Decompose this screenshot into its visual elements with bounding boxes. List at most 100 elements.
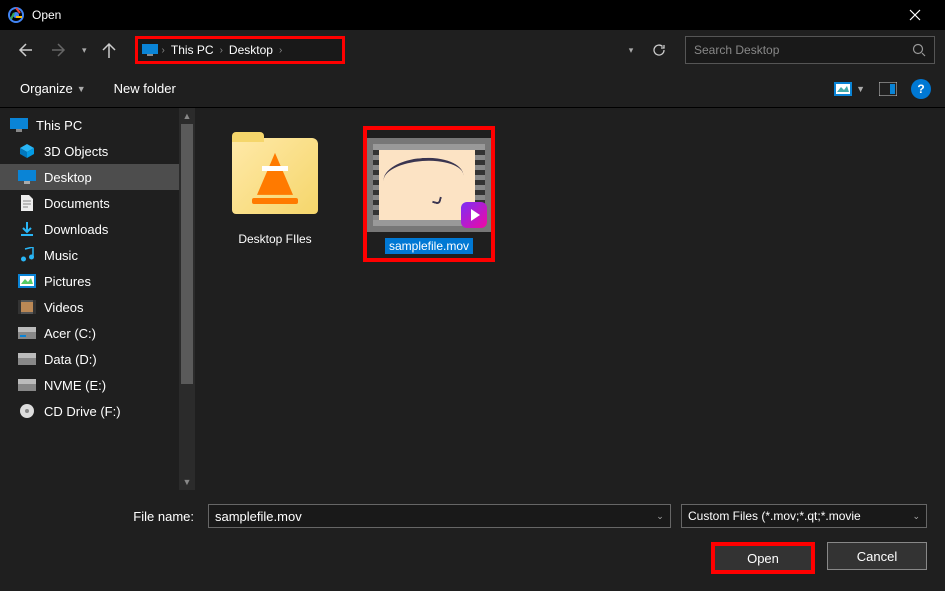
- drive-icon: [18, 351, 36, 367]
- sidebar-item-data-d[interactable]: Data (D:): [0, 346, 179, 372]
- cancel-label: Cancel: [857, 549, 897, 564]
- chevron-right-icon: ›: [220, 45, 223, 56]
- app-icon: [8, 7, 24, 23]
- filename-combobox[interactable]: ⌄: [208, 504, 671, 528]
- bottom-panel: File name: ⌄ Custom Files (*.mov;*.qt;*.…: [0, 490, 945, 591]
- picture-icon: [18, 273, 36, 289]
- chevron-down-icon: ▼: [856, 84, 865, 94]
- sidebar-item-this-pc[interactable]: This PC: [0, 112, 179, 138]
- sidebar-item-pictures[interactable]: Pictures: [0, 268, 179, 294]
- forward-button[interactable]: [46, 36, 74, 64]
- recent-dropdown[interactable]: ▾: [82, 45, 87, 56]
- search-input[interactable]: [694, 43, 912, 57]
- filename-label: File name:: [118, 509, 198, 524]
- breadcrumb-desktop[interactable]: Desktop: [227, 43, 275, 57]
- view-mode-button[interactable]: ▼: [834, 82, 865, 96]
- arrow-right-icon: [52, 42, 68, 58]
- titlebar: Open: [0, 0, 945, 30]
- help-button[interactable]: ?: [911, 79, 931, 99]
- sidebar-item-videos[interactable]: Videos: [0, 294, 179, 320]
- sidebar-item-acer-c[interactable]: Acer (C:): [0, 320, 179, 346]
- download-icon: [18, 221, 36, 237]
- toolbar: Organize ▼ New folder ▼ ?: [0, 70, 945, 108]
- refresh-icon: [652, 43, 666, 57]
- play-badge-icon: [461, 202, 487, 228]
- chevron-down-icon: ⌄: [912, 511, 920, 522]
- chevron-down-icon: ▼: [77, 84, 86, 94]
- close-button[interactable]: [892, 0, 937, 30]
- file-item-folder[interactable]: Desktop FIles: [215, 126, 335, 246]
- scroll-down-button[interactable]: ▼: [179, 474, 195, 490]
- drive-icon: [18, 325, 36, 341]
- search-icon: [912, 43, 926, 57]
- main-area: This PC 3D Objects Desktop Documents Dow…: [0, 108, 945, 490]
- filetype-selected: Custom Files (*.mov;*.qt;*.movie: [688, 509, 912, 523]
- sidebar-item-label: Data (D:): [44, 352, 97, 367]
- sidebar-item-label: Desktop: [44, 170, 92, 185]
- scroll-up-button[interactable]: ▲: [179, 108, 195, 124]
- sidebar-item-3d-objects[interactable]: 3D Objects: [0, 138, 179, 164]
- desktop-icon: [18, 169, 36, 185]
- folder-icon: [225, 126, 325, 226]
- nav-row: ▾ › This PC › Desktop › ▾: [0, 30, 945, 70]
- sidebar-item-label: Acer (C:): [44, 326, 96, 341]
- open-label: Open: [747, 551, 779, 566]
- sidebar-item-cd-drive-f[interactable]: CD Drive (F:): [0, 398, 179, 424]
- sidebar-item-label: NVME (E:): [44, 378, 106, 393]
- organize-label: Organize: [20, 81, 73, 96]
- preview-pane-button[interactable]: [879, 82, 897, 96]
- video-thumbnail: [373, 144, 485, 226]
- new-folder-button[interactable]: New folder: [108, 77, 182, 100]
- chevron-down-icon: ⌄: [656, 511, 664, 522]
- sidebar-item-documents[interactable]: Documents: [0, 190, 179, 216]
- sidebar-scrollbar[interactable]: ▲ ▼: [179, 108, 195, 490]
- scroll-thumb[interactable]: [181, 124, 193, 384]
- sidebar-item-label: 3D Objects: [44, 144, 108, 159]
- panel-icon: [879, 82, 897, 96]
- music-icon: [18, 247, 36, 263]
- arrow-left-icon: [16, 42, 32, 58]
- breadcrumb-this-pc[interactable]: This PC: [169, 43, 216, 57]
- sidebar-item-label: Downloads: [44, 222, 108, 237]
- file-item-video-selected[interactable]: samplefile.mov: [363, 126, 495, 262]
- sidebar-item-nvme-e[interactable]: NVME (E:): [0, 372, 179, 398]
- address-bar[interactable]: › This PC › Desktop ›: [135, 36, 345, 64]
- video-icon: [18, 299, 36, 315]
- picture-icon: [834, 82, 852, 96]
- disc-icon: [18, 403, 36, 419]
- monitor-icon: [142, 44, 158, 56]
- document-icon: [18, 195, 36, 211]
- search-box[interactable]: [685, 36, 935, 64]
- new-folder-label: New folder: [114, 81, 176, 96]
- sidebar: This PC 3D Objects Desktop Documents Dow…: [0, 108, 195, 490]
- sidebar-item-label: CD Drive (F:): [44, 404, 121, 419]
- chevron-right-icon: ›: [279, 45, 282, 56]
- chevron-right-icon: ›: [162, 45, 165, 56]
- filetype-combobox[interactable]: Custom Files (*.mov;*.qt;*.movie ⌄: [681, 504, 927, 528]
- back-button[interactable]: [10, 36, 38, 64]
- close-icon: [909, 9, 921, 21]
- sidebar-item-label: Documents: [44, 196, 110, 211]
- sidebar-item-label: Videos: [44, 300, 84, 315]
- sidebar-item-label: Pictures: [44, 274, 91, 289]
- sidebar-item-music[interactable]: Music: [0, 242, 179, 268]
- sidebar-item-label: Music: [44, 248, 78, 263]
- drive-icon: [18, 377, 36, 393]
- sidebar-item-desktop[interactable]: Desktop: [0, 164, 179, 190]
- cancel-button[interactable]: Cancel: [827, 542, 927, 570]
- cube-icon: [18, 143, 36, 159]
- filename-input[interactable]: [209, 509, 650, 524]
- organize-menu[interactable]: Organize ▼: [14, 77, 92, 100]
- file-list[interactable]: Desktop FIles samplefile.mov: [195, 108, 945, 490]
- address-dropdown[interactable]: ▾: [621, 36, 641, 64]
- up-button[interactable]: [95, 36, 123, 64]
- open-button[interactable]: Open: [711, 542, 815, 574]
- arrow-up-icon: [101, 42, 117, 58]
- monitor-icon: [10, 117, 28, 133]
- refresh-button[interactable]: [649, 36, 669, 64]
- sidebar-item-label: This PC: [36, 118, 82, 133]
- file-name: samplefile.mov: [385, 238, 473, 254]
- filename-dropdown[interactable]: ⌄: [650, 505, 670, 527]
- file-name: Desktop FIles: [238, 232, 311, 246]
- sidebar-item-downloads[interactable]: Downloads: [0, 216, 179, 242]
